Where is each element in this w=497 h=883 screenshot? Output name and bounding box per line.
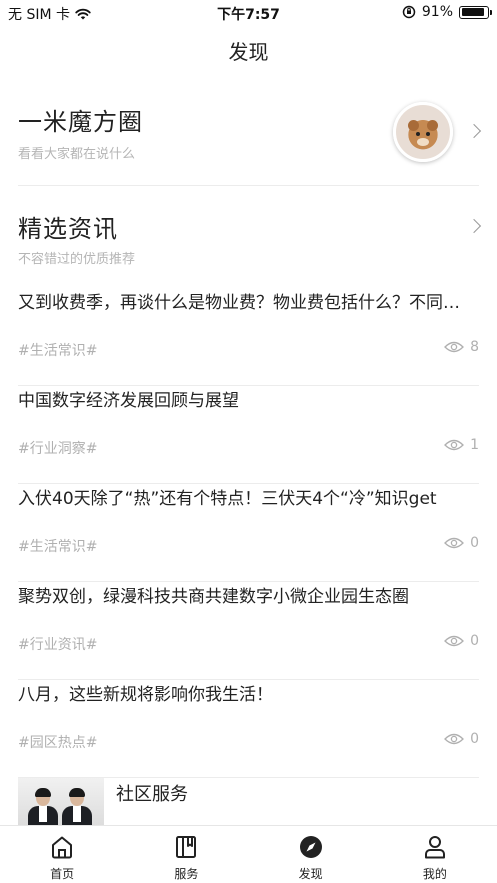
person-figure <box>28 788 58 826</box>
status-right: 91% <box>402 4 492 20</box>
news-item-1[interactable]: 又到收费季，再谈什么是物业费？物业费包括什么？不同物业费的区别 #生活常识# 8 <box>18 288 479 386</box>
user-icon <box>424 836 445 859</box>
news-tag: #生活常识# <box>18 343 98 359</box>
battery-percent: 91% <box>421 4 453 20</box>
news-tag: #园区热点# <box>18 735 98 751</box>
bear-nose <box>417 138 429 146</box>
person-figure <box>62 788 92 826</box>
news-title: 八月，这些新规将影响你我生活！ <box>18 685 273 705</box>
news-views: 0 <box>444 731 479 747</box>
news-views: 1 <box>444 437 479 453</box>
news-title: 又到收费季，再谈什么是物业费？物业费包括什么？不同物业费的区别 <box>18 293 479 313</box>
eye-icon <box>444 635 464 647</box>
news-title: 入伏40天除了“热”还有个特点！三伏天4个“冷”知识get <box>18 489 437 509</box>
eye-icon <box>444 537 464 549</box>
tab-label: 服务 <box>174 867 199 881</box>
compass-icon <box>299 836 322 858</box>
news-item-5[interactable]: 八月，这些新规将影响你我生活！ #园区热点# 0 <box>18 680 479 778</box>
view-count: 1 <box>470 437 479 453</box>
news-title: 中国数字经济发展回顾与展望 <box>18 391 239 411</box>
featured-subtitle: 不容错过的优质推荐 <box>18 252 136 267</box>
tab-label: 发现 <box>298 867 323 881</box>
featured-section[interactable]: 精选资讯 不容错过的优质推荐 <box>18 209 482 267</box>
eye-icon <box>444 733 464 745</box>
eye-icon <box>444 439 464 451</box>
news-views: 0 <box>444 633 479 649</box>
view-count: 0 <box>470 535 479 551</box>
circle-section[interactable]: 一米魔方圈 看看大家都在说什么 <box>18 102 482 172</box>
bear-ear-left <box>408 120 419 131</box>
view-count: 8 <box>470 339 479 355</box>
eye-icon <box>444 341 464 353</box>
bear-eye-left <box>416 132 420 136</box>
news-tag: #生活常识# <box>18 539 98 555</box>
tab-label: 我的 <box>422 867 447 881</box>
book-icon <box>176 836 197 858</box>
news-views: 8 <box>444 339 479 355</box>
tab-bar: 首页 服务 发现 我的 <box>0 825 497 883</box>
home-icon <box>52 836 73 859</box>
news-tag: #行业洞察# <box>18 441 98 457</box>
tab-profile[interactable]: 我的 <box>373 826 497 883</box>
tab-label: 首页 <box>50 867 75 881</box>
tab-home[interactable]: 首页 <box>0 826 124 883</box>
tab-discover[interactable]: 发现 <box>249 826 373 883</box>
service-label: 社区服务 <box>116 784 188 805</box>
orientation-lock-icon <box>402 5 416 19</box>
page-title: 发现 <box>228 40 269 64</box>
news-tag: #行业资讯# <box>18 637 98 653</box>
bear-eye-right <box>426 132 430 136</box>
battery-icon <box>459 5 492 19</box>
news-item-4[interactable]: 聚势双创，绿漫科技共商共建数字小微企业园生态圈 #行业资讯# 0 <box>18 582 479 680</box>
bear-ear-right <box>427 120 438 131</box>
status-bar: 无 SIM 卡 下午7:57 91% <box>0 0 497 26</box>
battery-fill <box>461 8 485 16</box>
section-divider <box>18 185 479 186</box>
news-item-2[interactable]: 中国数字经济发展回顾与展望 #行业洞察# 1 <box>18 386 479 484</box>
news-views: 0 <box>444 535 479 551</box>
view-count: 0 <box>470 633 479 649</box>
service-thumbnail <box>18 778 104 826</box>
view-count: 0 <box>470 731 479 747</box>
news-title: 聚势双创，绿漫科技共商共建数字小微企业园生态圈 <box>18 587 409 607</box>
news-item-3[interactable]: 入伏40天除了“热”还有个特点！三伏天4个“冷”知识get #生活常识# 0 <box>18 484 479 582</box>
tab-service[interactable]: 服务 <box>124 826 248 883</box>
service-item[interactable]: 社区服务 <box>18 778 479 826</box>
featured-title: 精选资讯 <box>18 215 118 243</box>
bear-avatar[interactable] <box>393 102 453 162</box>
